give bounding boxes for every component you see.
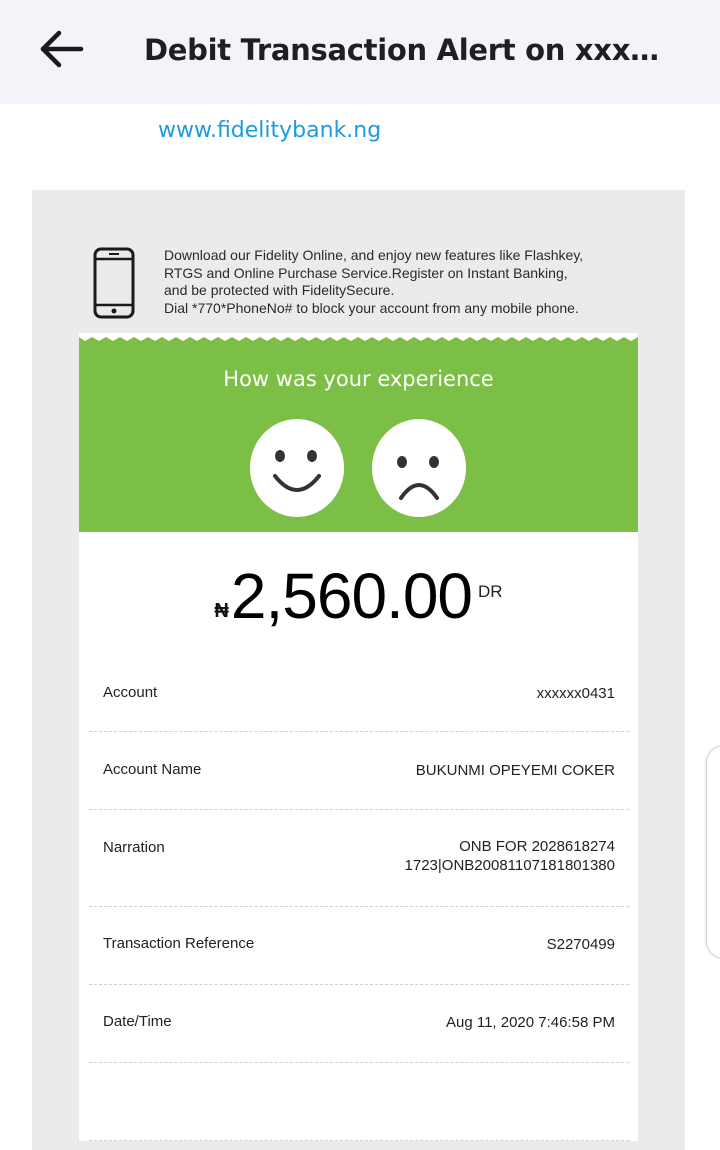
transaction-card: ₦ 2,560.00 DR Account xxxxxx0431 Account…: [79, 532, 638, 1141]
edge-panel-handle[interactable]: [706, 745, 720, 959]
back-button[interactable]: [30, 22, 94, 76]
experience-survey-banner: How was your experience: [79, 333, 638, 532]
currency-symbol: ₦: [214, 600, 229, 622]
detail-value: BUKUNMI OPEYEMI COKER: [415, 762, 615, 779]
smiley-face-icon[interactable]: [249, 418, 345, 518]
narration-line: ONB FOR 2028618274: [459, 838, 615, 855]
detail-row-account-name: Account Name BUKUNMI OPEYEMI COKER: [89, 732, 629, 810]
arrow-left-icon: [40, 30, 84, 68]
mobile-phone-icon: [93, 247, 135, 319]
detail-row-narration: Narration ONB FOR 2028618274 1723|ONB200…: [89, 810, 629, 907]
detail-label: Date/Time: [103, 1013, 172, 1030]
transaction-amount: 2,560.00: [230, 560, 473, 632]
detail-row-empty: [89, 1063, 629, 1141]
zigzag-edge: [79, 333, 638, 341]
survey-title: How was your experience: [223, 367, 494, 391]
detail-row-account: Account xxxxxx0431: [89, 654, 629, 732]
detail-label: Narration: [103, 839, 165, 856]
narration-line: 1723|ONB20081107181801380: [404, 857, 615, 874]
detail-label: Transaction Reference: [103, 935, 255, 952]
detail-value: ONB FOR 2028618274 1723|ONB2008110718180…: [405, 837, 615, 875]
promo-line: and be protected with FidelitySecure.: [164, 282, 395, 298]
detail-value: S2270499: [546, 936, 615, 953]
amount-row: ₦ 2,560.00 DR: [79, 554, 638, 638]
page-title: Debit Transaction Alert on xxxxxx0431: [144, 33, 674, 67]
detail-label: Account: [103, 684, 158, 701]
detail-label: Account Name: [103, 761, 202, 778]
promo-line: Dial *770*PhoneNo# to block your account…: [164, 299, 579, 316]
detail-value: Aug 11, 2020 7:46:58 PM: [445, 1014, 615, 1031]
transaction-type: DR: [478, 582, 503, 601]
promo-line: RTGS and Online Purchase Service.Registe…: [164, 264, 568, 281]
app-bar: Debit Transaction Alert on xxxxxx0431: [0, 0, 720, 104]
detail-row-datetime: Date/Time Aug 11, 2020 7:46:58 PM: [89, 985, 629, 1063]
fidelity-website-link[interactable]: www.fidelitybank.ng: [158, 118, 381, 143]
detail-row-reference: Transaction Reference S2270499: [89, 907, 629, 985]
promo-message: Download our Fidelity Online, and enjoy …: [164, 247, 624, 317]
detail-value: xxxxxx0431: [536, 685, 615, 702]
promo-line: Download our Fidelity Online, and enjoy …: [164, 247, 584, 263]
sad-face-icon[interactable]: [371, 418, 467, 518]
